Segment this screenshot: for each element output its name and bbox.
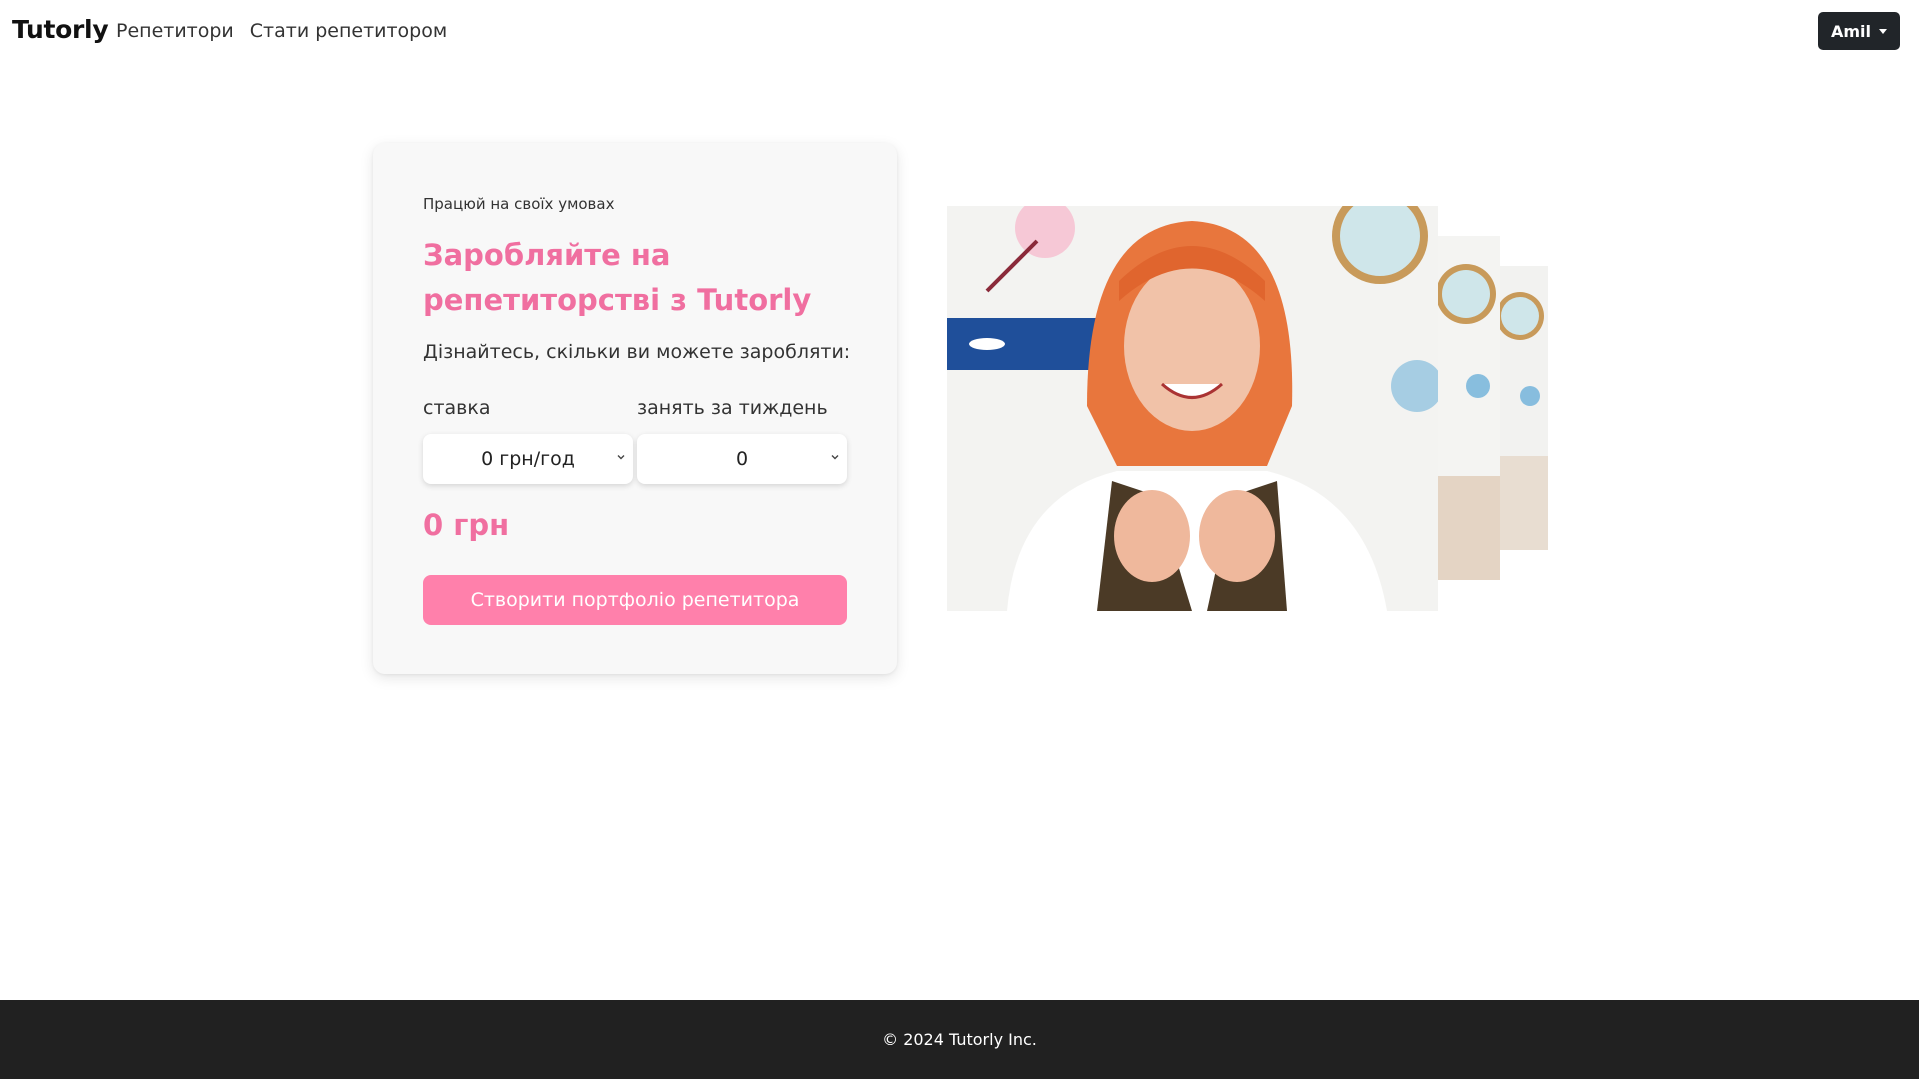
headline: Заробляйте на репетиторстві з Tutorly [423, 238, 812, 317]
tutor-photo [947, 206, 1438, 611]
caret-down-icon [1879, 28, 1888, 34]
brand-logo[interactable]: Tutorly [12, 15, 109, 44]
chevron-down-icon [831, 455, 839, 460]
rate-label: ставка [423, 397, 491, 419]
lessons-label: занять за тиждень [637, 397, 828, 419]
chevron-down-icon [617, 455, 625, 460]
nav-links: Репетитори Стати репетитором [116, 20, 447, 42]
footer: © 2024 Tutorly Inc. [0, 1000, 1919, 1079]
user-menu-button[interactable]: Amil [1818, 12, 1900, 50]
nav-link-become-tutor[interactable]: Стати репетитором [250, 20, 447, 42]
rate-select-value: 0 грн/год [481, 448, 575, 470]
lessons-select-value: 0 [735, 448, 749, 470]
rate-select[interactable]: 0 грн/год [423, 434, 633, 484]
tagline: Працюй на своїх умовах [423, 195, 615, 213]
create-portfolio-button[interactable]: Створити портфоліо репетитора [423, 575, 847, 625]
earnings-total: 0 грн [423, 508, 510, 542]
navbar: Tutorly Репетитори Стати репетитором Ami… [0, 0, 1919, 64]
tutor-photo-back [1500, 266, 1548, 550]
earnings-calculator-card: Працюй на своїх умовах Заробляйте на реп… [373, 143, 897, 674]
tutor-photo-middle [1438, 236, 1500, 580]
subtitle: Дізнайтесь, скільки ви можете заробляти: [423, 341, 851, 363]
user-name: Amil [1830, 21, 1872, 41]
footer-copyright: © 2024 Tutorly Inc. [882, 1030, 1037, 1049]
nav-link-tutors[interactable]: Репетитори [116, 20, 234, 42]
lessons-select[interactable]: 0 [637, 434, 847, 484]
